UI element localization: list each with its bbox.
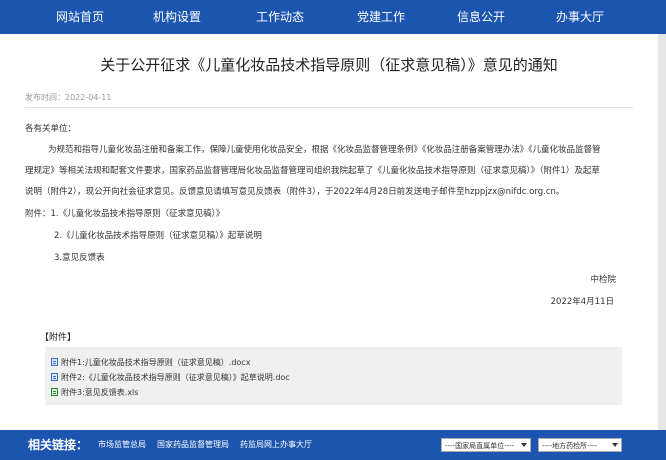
word-file-icon	[51, 358, 58, 366]
attachments-box: 附件1:儿童化妆品技术指导原则（征求意见稿）.docx 附件2:《儿童化妆品技术…	[45, 347, 622, 405]
salutation: 各有关单位：	[25, 124, 77, 134]
nav-work-news[interactable]: 工作动态	[235, 0, 325, 34]
attachment-list-item: 2.《儿童化妆品技术指导原则（征求意见稿）》起草说明	[54, 231, 262, 241]
word-file-icon	[51, 373, 58, 381]
paragraph-line-3: 说明（附件2），现公开向社会征求意见。反馈意见请填写意见反馈表（附件3），于20…	[25, 187, 565, 197]
attachment-link-3[interactable]: 附件3:意见反馈表.xls	[51, 387, 138, 398]
publish-date: 发布时间：2022-04-11	[25, 93, 112, 102]
attachment-list-item: 3.意见反馈表	[54, 253, 105, 263]
nav-service-hall[interactable]: 办事大厅	[535, 0, 625, 34]
excel-file-icon	[51, 388, 58, 396]
attachments-heading: 【附件】	[40, 333, 77, 343]
attachment-label: 附件1:儿童化妆品技术指导原则（征求意见稿）.docx	[61, 358, 251, 367]
paragraph-line-2: 理规定》等相关法规和配套文件要求，国家药品监督管理局化妆品监督管理司组织我院起草…	[25, 166, 600, 176]
chevron-down-icon	[612, 443, 618, 447]
article-title: 关于公开征求《儿童化妆品技术指导原则（征求意见稿）》意见的通知	[100, 56, 558, 74]
nav-organization[interactable]: 机构设置	[132, 0, 222, 34]
signature-date: 2022年4月11日	[550, 297, 614, 307]
select-local-labs[interactable]: ----地方药检所----	[538, 438, 622, 452]
attachment-link-2[interactable]: 附件2:《儿童化妆品技术指导原则（征求意见稿）》起草说明.doc	[51, 372, 290, 383]
footer-links-bar: 相关链接： 市场监管总局 国家药品监督管理局 药监局网上办事大厅 ----国家局…	[0, 430, 666, 460]
nav-party-building[interactable]: 党建工作	[336, 0, 426, 34]
nav-info-disclosure[interactable]: 信息公开	[436, 0, 526, 34]
link-online-service-hall[interactable]: 药监局网上办事大厅	[240, 430, 312, 460]
signature-org: 中检院	[590, 275, 616, 285]
title-divider	[25, 107, 633, 108]
nav-home[interactable]: 网站首页	[35, 0, 125, 34]
paragraph-line-1: 为规范和指导儿童化妆品注册和备案工作，保障儿童使用化妆品安全，根据《化妆品监督管…	[48, 145, 601, 155]
page-scroll-edge	[658, 34, 666, 430]
article-page: 关于公开征求《儿童化妆品技术指导原则（征求意见稿）》意见的通知 发布时间：202…	[0, 34, 658, 430]
attachment-label: 附件3:意见反馈表.xls	[61, 388, 139, 397]
related-links-title: 相关链接：	[28, 438, 89, 452]
link-nmpa[interactable]: 国家药品监督管理局	[157, 430, 229, 460]
attachment-label: 附件2:《儿童化妆品技术指导原则（征求意见稿）》起草说明.doc	[61, 373, 290, 382]
chevron-down-icon	[521, 443, 527, 447]
top-navigation: 网站首页 机构设置 工作动态 党建工作 信息公开 办事大厅	[0, 0, 666, 34]
attachment-link-1[interactable]: 附件1:儿童化妆品技术指导原则（征求意见稿）.docx	[51, 357, 250, 368]
select-national-units[interactable]: ----国家局直属单位----	[441, 438, 531, 452]
attachment-list-item: 附件：1.《儿童化妆品技术指导原则（征求意见稿）》	[25, 209, 225, 219]
select-national-units-value: ----国家局直属单位----	[445, 442, 515, 450]
link-samr[interactable]: 市场监管总局	[98, 430, 146, 460]
select-local-labs-value: ----地方药检所----	[542, 442, 598, 450]
